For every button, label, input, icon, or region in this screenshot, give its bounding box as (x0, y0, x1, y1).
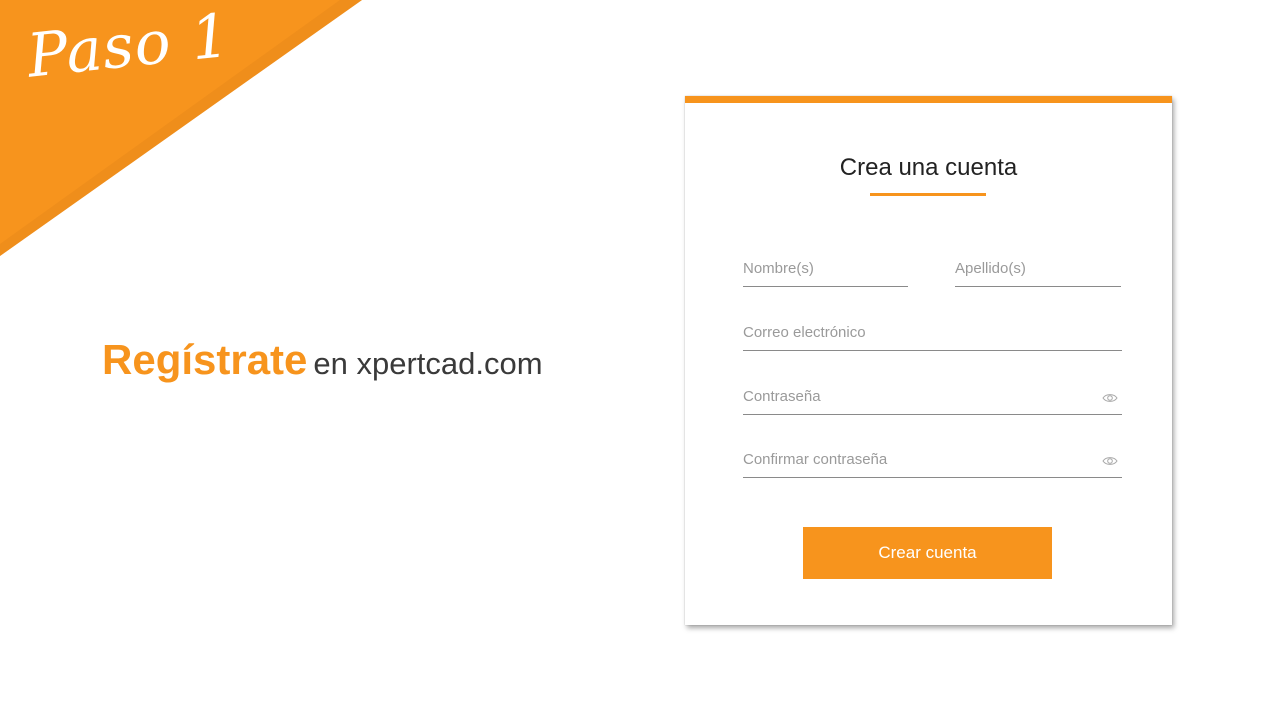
eye-icon[interactable] (1102, 455, 1118, 467)
password-field[interactable]: Contraseña (743, 375, 1122, 415)
title-underline (870, 193, 986, 196)
confirm-password-field[interactable]: Confirmar contraseña (743, 438, 1122, 478)
create-account-button[interactable]: Crear cuenta (803, 527, 1052, 579)
signup-card: Crea una cuenta Nombre(s) Apellido(s) Co… (685, 96, 1172, 625)
first-name-field[interactable]: Nombre(s) (743, 247, 908, 287)
card-title: Crea una cuenta (839, 154, 1018, 181)
email-field[interactable]: Correo electrónico (743, 311, 1122, 351)
last-name-field[interactable]: Apellido(s) (955, 247, 1121, 287)
confirm-password-placeholder: Confirmar contraseña (743, 451, 888, 468)
last-name-placeholder: Apellido(s) (955, 260, 1026, 277)
step-banner: Paso 1 (0, 0, 362, 256)
first-name-placeholder: Nombre(s) (743, 260, 814, 277)
register-headline: Regístrate en xpertcad.com (102, 336, 543, 384)
headline-accent: Regístrate (102, 336, 308, 383)
email-placeholder: Correo electrónico (743, 324, 866, 341)
headline-rest: en xpertcad.com (313, 346, 543, 381)
eye-icon[interactable] (1102, 392, 1118, 404)
password-placeholder: Contraseña (743, 388, 821, 405)
